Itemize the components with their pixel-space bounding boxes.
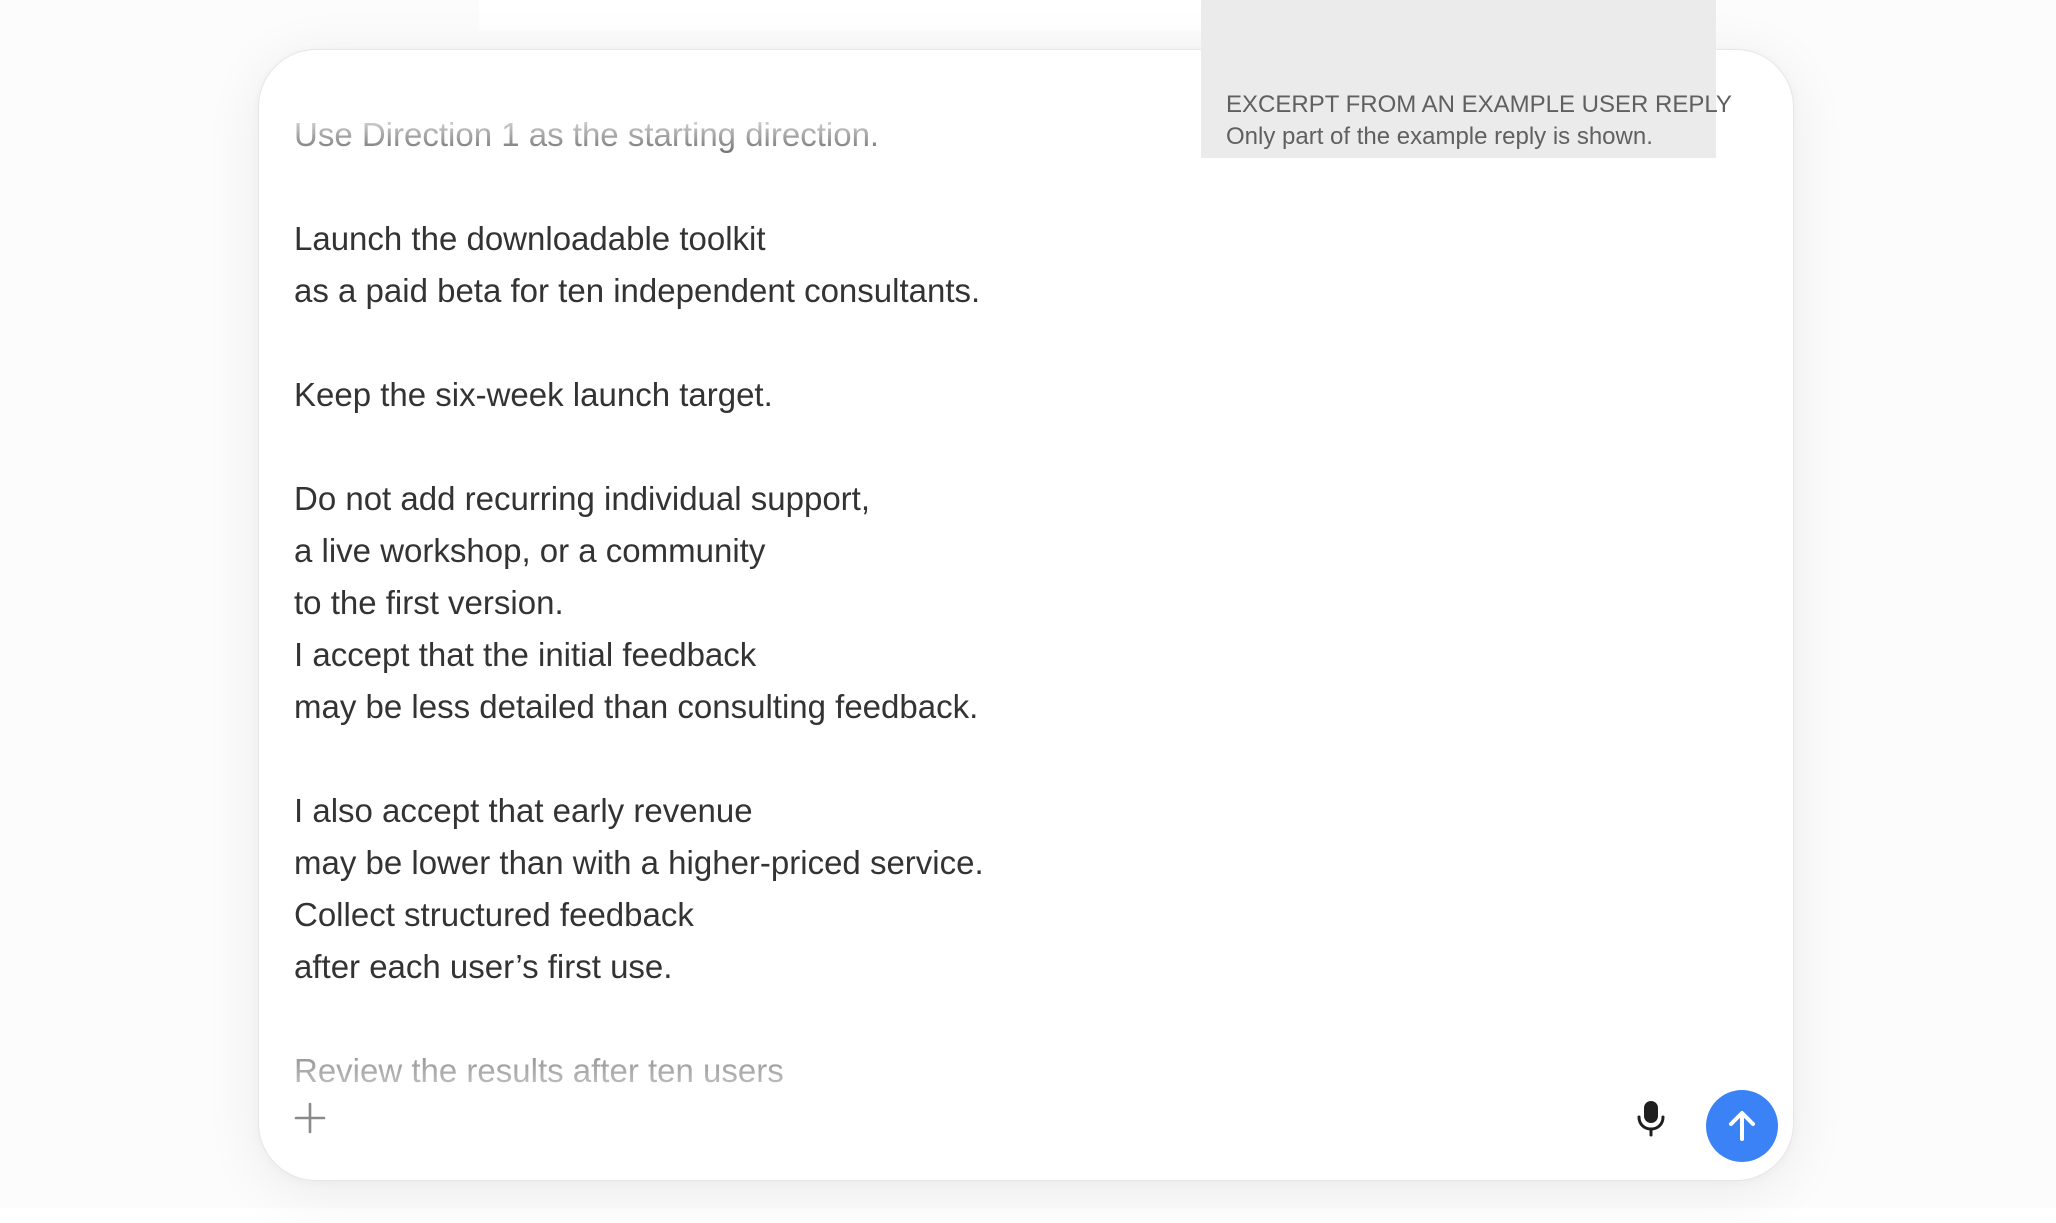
message-line: as a paid beta for ten independent consu… — [294, 272, 981, 309]
add-attachment-button[interactable] — [292, 1100, 328, 1136]
message-line: Review the results after ten users — [294, 1052, 784, 1089]
excerpt-label: EXCERPT FROM AN EXAMPLE USER REPLY Only … — [1201, 0, 1732, 158]
message-line: Use Direction 1 as the starting directio… — [294, 116, 880, 153]
arrow-up-icon — [1729, 1111, 1755, 1141]
message-line: may be lower than with a higher-priced s… — [294, 844, 984, 881]
message-line: before changing the delivery format. — [294, 1097, 820, 1105]
message-line: Collect structured feedback — [294, 896, 694, 933]
message-line: Keep the six-week launch target. — [294, 376, 773, 413]
backdrop-band — [0, 1208, 2056, 1223]
message-line: after each user’s first use. — [294, 948, 673, 985]
composer-text-area[interactable]: Use Direction 1 as the starting directio… — [294, 50, 1394, 1105]
message-composer[interactable]: Use Direction 1 as the starting directio… — [258, 49, 1794, 1181]
page: Use Direction 1 as the starting directio… — [0, 0, 2056, 1223]
message-line: Do not add recurring individual support, — [294, 480, 871, 517]
message-line: to the first version. — [294, 584, 564, 621]
excerpt-label-subtitle: Only part of the example reply is shown. — [1226, 123, 1653, 150]
voice-input-button[interactable] — [1629, 1096, 1673, 1140]
previous-content-strip — [479, 0, 1201, 30]
message-line: I accept that the initial feedback — [294, 636, 757, 673]
message-line: I also accept that early revenue — [294, 792, 753, 829]
microphone-icon — [1637, 1101, 1665, 1137]
send-button[interactable] — [1706, 1090, 1778, 1162]
excerpt-label-title: EXCERPT FROM AN EXAMPLE USER REPLY — [1226, 91, 1732, 118]
message-line: may be less detailed than consulting fee… — [294, 688, 979, 725]
plus-icon — [294, 1102, 326, 1134]
message-line: a live workshop, or a community — [294, 532, 766, 569]
message-line: Launch the downloadable toolkit — [294, 220, 766, 257]
